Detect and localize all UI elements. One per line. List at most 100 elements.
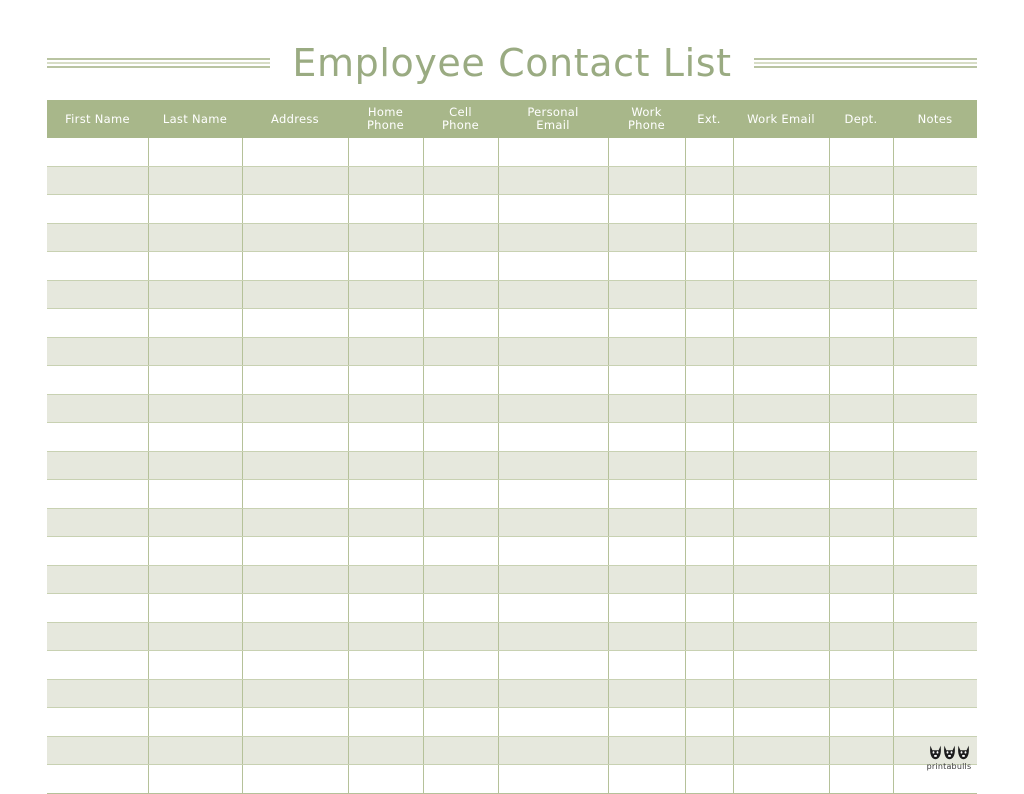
- cell-home-phone[interactable]: [348, 194, 424, 224]
- cell-notes[interactable]: [893, 508, 977, 537]
- cell-ext[interactable]: [685, 166, 734, 195]
- cell-cell-phone[interactable]: [423, 536, 499, 566]
- cell-address[interactable]: [242, 138, 349, 167]
- cell-work-email[interactable]: [733, 251, 830, 281]
- cell-work-email[interactable]: [733, 138, 830, 167]
- cell-work-email[interactable]: [733, 280, 830, 309]
- cell-notes[interactable]: [893, 337, 977, 366]
- cell-ext[interactable]: [685, 764, 734, 794]
- cell-last-name[interactable]: [148, 251, 243, 281]
- cell-home-phone[interactable]: [348, 479, 424, 509]
- cell-work-email[interactable]: [733, 451, 830, 480]
- cell-address[interactable]: [242, 194, 349, 224]
- cell-dept[interactable]: [829, 764, 894, 794]
- cell-home-phone[interactable]: [348, 650, 424, 680]
- cell-home-phone[interactable]: [348, 251, 424, 281]
- cell-dept[interactable]: [829, 650, 894, 680]
- cell-cell-phone[interactable]: [423, 365, 499, 395]
- cell-address[interactable]: [242, 736, 349, 765]
- cell-ext[interactable]: [685, 337, 734, 366]
- cell-work-phone[interactable]: [608, 365, 686, 395]
- cell-ext[interactable]: [685, 536, 734, 566]
- cell-home-phone[interactable]: [348, 223, 424, 252]
- cell-personal-email[interactable]: [498, 337, 609, 366]
- cell-address[interactable]: [242, 565, 349, 594]
- cell-first-name[interactable]: [47, 451, 149, 480]
- cell-ext[interactable]: [685, 707, 734, 737]
- cell-last-name[interactable]: [148, 308, 243, 338]
- cell-home-phone[interactable]: [348, 622, 424, 651]
- cell-ext[interactable]: [685, 280, 734, 309]
- cell-last-name[interactable]: [148, 451, 243, 480]
- cell-dept[interactable]: [829, 622, 894, 651]
- cell-work-phone[interactable]: [608, 194, 686, 224]
- cell-last-name[interactable]: [148, 650, 243, 680]
- cell-first-name[interactable]: [47, 138, 149, 167]
- cell-work-phone[interactable]: [608, 251, 686, 281]
- cell-work-email[interactable]: [733, 679, 830, 708]
- cell-ext[interactable]: [685, 223, 734, 252]
- cell-home-phone[interactable]: [348, 536, 424, 566]
- cell-ext[interactable]: [685, 479, 734, 509]
- cell-ext[interactable]: [685, 593, 734, 623]
- cell-last-name[interactable]: [148, 223, 243, 252]
- cell-last-name[interactable]: [148, 593, 243, 623]
- cell-cell-phone[interactable]: [423, 194, 499, 224]
- cell-cell-phone[interactable]: [423, 280, 499, 309]
- cell-notes[interactable]: [893, 650, 977, 680]
- cell-cell-phone[interactable]: [423, 166, 499, 195]
- cell-personal-email[interactable]: [498, 764, 609, 794]
- cell-dept[interactable]: [829, 707, 894, 737]
- cell-ext[interactable]: [685, 451, 734, 480]
- cell-first-name[interactable]: [47, 394, 149, 423]
- cell-notes[interactable]: [893, 707, 977, 737]
- cell-home-phone[interactable]: [348, 451, 424, 480]
- cell-ext[interactable]: [685, 308, 734, 338]
- cell-address[interactable]: [242, 365, 349, 395]
- cell-first-name[interactable]: [47, 280, 149, 309]
- cell-cell-phone[interactable]: [423, 707, 499, 737]
- cell-address[interactable]: [242, 508, 349, 537]
- cell-dept[interactable]: [829, 679, 894, 708]
- cell-work-phone[interactable]: [608, 394, 686, 423]
- cell-first-name[interactable]: [47, 194, 149, 224]
- cell-work-email[interactable]: [733, 565, 830, 594]
- cell-notes[interactable]: [893, 251, 977, 281]
- cell-dept[interactable]: [829, 736, 894, 765]
- cell-work-phone[interactable]: [608, 138, 686, 167]
- cell-ext[interactable]: [685, 650, 734, 680]
- cell-first-name[interactable]: [47, 365, 149, 395]
- cell-address[interactable]: [242, 650, 349, 680]
- cell-notes[interactable]: [893, 565, 977, 594]
- cell-home-phone[interactable]: [348, 280, 424, 309]
- cell-first-name[interactable]: [47, 565, 149, 594]
- cell-work-email[interactable]: [733, 650, 830, 680]
- cell-work-email[interactable]: [733, 394, 830, 423]
- cell-last-name[interactable]: [148, 394, 243, 423]
- cell-first-name[interactable]: [47, 679, 149, 708]
- cell-work-phone[interactable]: [608, 479, 686, 509]
- cell-home-phone[interactable]: [348, 565, 424, 594]
- cell-personal-email[interactable]: [498, 707, 609, 737]
- cell-last-name[interactable]: [148, 337, 243, 366]
- cell-work-phone[interactable]: [608, 422, 686, 452]
- cell-dept[interactable]: [829, 451, 894, 480]
- cell-cell-phone[interactable]: [423, 138, 499, 167]
- cell-personal-email[interactable]: [498, 422, 609, 452]
- cell-cell-phone[interactable]: [423, 422, 499, 452]
- cell-notes[interactable]: [893, 679, 977, 708]
- cell-last-name[interactable]: [148, 166, 243, 195]
- cell-address[interactable]: [242, 622, 349, 651]
- cell-dept[interactable]: [829, 365, 894, 395]
- cell-work-phone[interactable]: [608, 622, 686, 651]
- cell-notes[interactable]: [893, 138, 977, 167]
- cell-personal-email[interactable]: [498, 565, 609, 594]
- cell-personal-email[interactable]: [498, 365, 609, 395]
- cell-last-name[interactable]: [148, 479, 243, 509]
- cell-last-name[interactable]: [148, 622, 243, 651]
- cell-dept[interactable]: [829, 565, 894, 594]
- cell-first-name[interactable]: [47, 422, 149, 452]
- cell-last-name[interactable]: [148, 508, 243, 537]
- cell-work-email[interactable]: [733, 707, 830, 737]
- cell-last-name[interactable]: [148, 365, 243, 395]
